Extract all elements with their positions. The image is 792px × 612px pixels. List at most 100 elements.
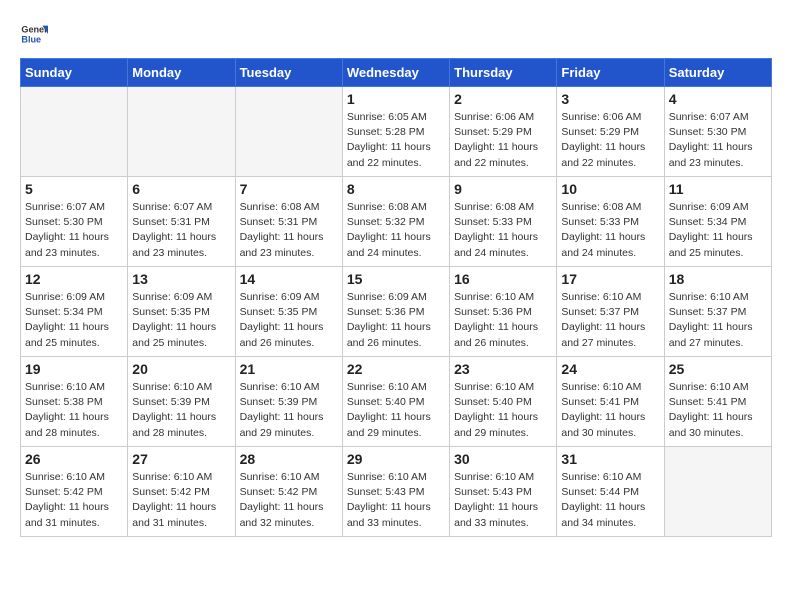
day-number: 16 [454, 271, 552, 287]
day-number: 13 [132, 271, 230, 287]
day-info: Sunrise: 6:09 AM Sunset: 5:35 PM Dayligh… [240, 290, 338, 351]
day-info: Sunrise: 6:10 AM Sunset: 5:43 PM Dayligh… [347, 470, 445, 531]
day-number: 23 [454, 361, 552, 377]
day-info: Sunrise: 6:10 AM Sunset: 5:41 PM Dayligh… [669, 380, 767, 441]
day-number: 17 [561, 271, 659, 287]
day-info: Sunrise: 6:10 AM Sunset: 5:38 PM Dayligh… [25, 380, 123, 441]
day-info: Sunrise: 6:09 AM Sunset: 5:34 PM Dayligh… [669, 200, 767, 261]
page-header: General Blue [20, 20, 772, 48]
day-number: 7 [240, 181, 338, 197]
day-info: Sunrise: 6:10 AM Sunset: 5:37 PM Dayligh… [561, 290, 659, 351]
day-cell-3: 3Sunrise: 6:06 AM Sunset: 5:29 PM Daylig… [557, 87, 664, 177]
day-cell-26: 26 Sunrise: 6:10 AM Sunset: 5:42 PM Dayli… [21, 447, 128, 537]
day-number: 14 [240, 271, 338, 287]
day-info: Sunrise: 6:08 AM Sunset: 5:33 PM Dayligh… [561, 200, 659, 261]
day-number: 28 [240, 451, 338, 467]
day-number: 6 [132, 181, 230, 197]
day-cell-18: 18 Sunrise: 6:10 AM Sunset: 5:37 PM Dayli… [664, 267, 771, 357]
day-info: Sunrise: 6:06 AM Sunset: 5:29 PM Dayligh… [454, 110, 552, 171]
day-cell-13: 13 Sunrise: 6:09 AM Sunset: 5:35 PM Dayli… [128, 267, 235, 357]
day-info: Sunrise: 6:09 AM Sunset: 5:35 PM Dayligh… [132, 290, 230, 351]
empty-cell [664, 447, 771, 537]
weekday-header-row: SundayMondayTuesdayWednesdayThursdayFrid… [21, 59, 772, 87]
week-row-4: 19 Sunrise: 6:10 AM Sunset: 5:38 PM Dayli… [21, 357, 772, 447]
weekday-header-friday: Friday [557, 59, 664, 87]
day-number: 18 [669, 271, 767, 287]
day-number: 31 [561, 451, 659, 467]
day-cell-4: 4 Sunrise: 6:07 AM Sunset: 5:30 PM Daylig… [664, 87, 771, 177]
day-number: 19 [25, 361, 123, 377]
week-row-2: 5 Sunrise: 6:07 AM Sunset: 5:30 PM Daylig… [21, 177, 772, 267]
day-number: 30 [454, 451, 552, 467]
day-number: 10 [561, 181, 659, 197]
day-cell-22: 22Sunrise: 6:10 AM Sunset: 5:40 PM Dayli… [342, 357, 449, 447]
day-cell-30: 30 Sunrise: 6:10 AM Sunset: 5:43 PM Dayli… [450, 447, 557, 537]
day-number: 21 [240, 361, 338, 377]
day-number: 26 [25, 451, 123, 467]
day-number: 22 [347, 361, 445, 377]
day-cell-8: 8 Sunrise: 6:08 AM Sunset: 5:32 PM Daylig… [342, 177, 449, 267]
day-cell-31: 31Sunrise: 6:10 AM Sunset: 5:44 PM Dayli… [557, 447, 664, 537]
day-cell-28: 28 Sunrise: 6:10 AM Sunset: 5:42 PM Dayli… [235, 447, 342, 537]
weekday-header-monday: Monday [128, 59, 235, 87]
week-row-3: 12Sunrise: 6:09 AM Sunset: 5:34 PM Dayli… [21, 267, 772, 357]
weekday-header-saturday: Saturday [664, 59, 771, 87]
day-info: Sunrise: 6:10 AM Sunset: 5:42 PM Dayligh… [25, 470, 123, 531]
day-number: 2 [454, 91, 552, 107]
day-cell-23: 23Sunrise: 6:10 AM Sunset: 5:40 PM Dayli… [450, 357, 557, 447]
weekday-header-thursday: Thursday [450, 59, 557, 87]
day-cell-24: 24 Sunrise: 6:10 AM Sunset: 5:41 PM Dayli… [557, 357, 664, 447]
day-info: Sunrise: 6:08 AM Sunset: 5:33 PM Dayligh… [454, 200, 552, 261]
day-info: Sunrise: 6:09 AM Sunset: 5:34 PM Dayligh… [25, 290, 123, 351]
day-cell-5: 5 Sunrise: 6:07 AM Sunset: 5:30 PM Daylig… [21, 177, 128, 267]
day-cell-11: 11 Sunrise: 6:09 AM Sunset: 5:34 PM Dayli… [664, 177, 771, 267]
day-number: 5 [25, 181, 123, 197]
day-info: Sunrise: 6:10 AM Sunset: 5:37 PM Dayligh… [669, 290, 767, 351]
logo-icon: General Blue [20, 20, 48, 48]
day-number: 27 [132, 451, 230, 467]
day-cell-20: 20 Sunrise: 6:10 AM Sunset: 5:39 PM Dayli… [128, 357, 235, 447]
day-info: Sunrise: 6:10 AM Sunset: 5:39 PM Dayligh… [132, 380, 230, 441]
day-cell-1: 1 Sunrise: 6:05 AM Sunset: 5:28 PM Daylig… [342, 87, 449, 177]
day-number: 1 [347, 91, 445, 107]
day-cell-15: 15 Sunrise: 6:09 AM Sunset: 5:36 PM Dayli… [342, 267, 449, 357]
day-number: 3 [561, 91, 659, 107]
day-number: 29 [347, 451, 445, 467]
day-info: Sunrise: 6:05 AM Sunset: 5:28 PM Dayligh… [347, 110, 445, 171]
day-number: 25 [669, 361, 767, 377]
day-info: Sunrise: 6:10 AM Sunset: 5:42 PM Dayligh… [240, 470, 338, 531]
day-info: Sunrise: 6:10 AM Sunset: 5:41 PM Dayligh… [561, 380, 659, 441]
day-cell-25: 25 Sunrise: 6:10 AM Sunset: 5:41 PM Dayli… [664, 357, 771, 447]
day-info: Sunrise: 6:10 AM Sunset: 5:39 PM Dayligh… [240, 380, 338, 441]
day-cell-12: 12Sunrise: 6:09 AM Sunset: 5:34 PM Dayli… [21, 267, 128, 357]
day-number: 9 [454, 181, 552, 197]
day-cell-2: 2 Sunrise: 6:06 AM Sunset: 5:29 PM Daylig… [450, 87, 557, 177]
day-number: 24 [561, 361, 659, 377]
logo: General Blue [20, 20, 48, 48]
day-number: 8 [347, 181, 445, 197]
day-info: Sunrise: 6:10 AM Sunset: 5:42 PM Dayligh… [132, 470, 230, 531]
empty-cell [21, 87, 128, 177]
day-cell-9: 9 Sunrise: 6:08 AM Sunset: 5:33 PM Daylig… [450, 177, 557, 267]
day-cell-7: 7Sunrise: 6:08 AM Sunset: 5:31 PM Daylig… [235, 177, 342, 267]
week-row-1: 1 Sunrise: 6:05 AM Sunset: 5:28 PM Daylig… [21, 87, 772, 177]
empty-cell [128, 87, 235, 177]
day-info: Sunrise: 6:07 AM Sunset: 5:30 PM Dayligh… [669, 110, 767, 171]
day-number: 11 [669, 181, 767, 197]
day-number: 20 [132, 361, 230, 377]
empty-cell [235, 87, 342, 177]
day-info: Sunrise: 6:10 AM Sunset: 5:43 PM Dayligh… [454, 470, 552, 531]
day-info: Sunrise: 6:09 AM Sunset: 5:36 PM Dayligh… [347, 290, 445, 351]
day-number: 4 [669, 91, 767, 107]
day-info: Sunrise: 6:07 AM Sunset: 5:30 PM Dayligh… [25, 200, 123, 261]
weekday-header-wednesday: Wednesday [342, 59, 449, 87]
day-info: Sunrise: 6:08 AM Sunset: 5:32 PM Dayligh… [347, 200, 445, 261]
day-info: Sunrise: 6:10 AM Sunset: 5:36 PM Dayligh… [454, 290, 552, 351]
day-number: 15 [347, 271, 445, 287]
day-info: Sunrise: 6:07 AM Sunset: 5:31 PM Dayligh… [132, 200, 230, 261]
day-cell-27: 27 Sunrise: 6:10 AM Sunset: 5:42 PM Dayli… [128, 447, 235, 537]
day-cell-29: 29 Sunrise: 6:10 AM Sunset: 5:43 PM Dayli… [342, 447, 449, 537]
day-cell-16: 16 Sunrise: 6:10 AM Sunset: 5:36 PM Dayli… [450, 267, 557, 357]
calendar-table: SundayMondayTuesdayWednesdayThursdayFrid… [20, 58, 772, 537]
day-cell-10: 10 Sunrise: 6:08 AM Sunset: 5:33 PM Dayli… [557, 177, 664, 267]
